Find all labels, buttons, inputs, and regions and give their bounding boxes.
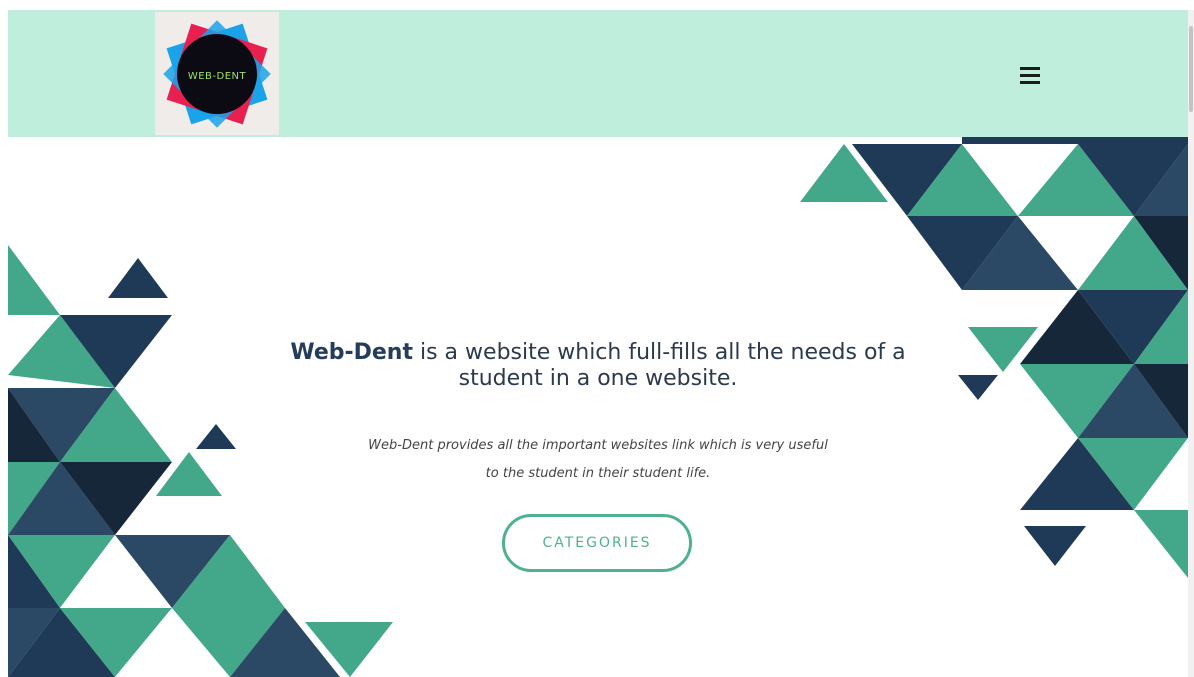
hero-section: Web-Dent is a website which full-fills a… xyxy=(200,340,996,488)
site-logo[interactable]: WEB-DENT xyxy=(155,12,279,135)
scrollbar-thumb[interactable] xyxy=(1189,26,1193,112)
hero-subtext: Web-Dent provides all the important webs… xyxy=(200,432,996,488)
window-left-edge xyxy=(0,0,8,677)
logo-text: WEB-DENT xyxy=(187,71,247,82)
categories-button[interactable]: CATEGORIES xyxy=(502,514,692,572)
window-top-edge xyxy=(0,0,1194,10)
page: WEB-DENT Web-Dent is a website which ful… xyxy=(0,0,1194,677)
navbar: WEB-DENT xyxy=(8,10,1188,137)
hamburger-menu-icon[interactable] xyxy=(1020,65,1042,85)
vertical-scrollbar[interactable] xyxy=(1188,10,1194,677)
subtext-line-2: to the student in their student life. xyxy=(485,466,711,481)
hero-headline: Web-Dent is a website which full-fills a… xyxy=(200,340,996,392)
subtext-line-1: Web-Dent provides all the important webs… xyxy=(368,438,828,453)
headline-brand: Web-Dent xyxy=(290,340,413,365)
headline-rest-line-2: student in a one website. xyxy=(458,366,738,391)
headline-rest-line-1: is a website which full-fills all the ne… xyxy=(413,340,906,365)
